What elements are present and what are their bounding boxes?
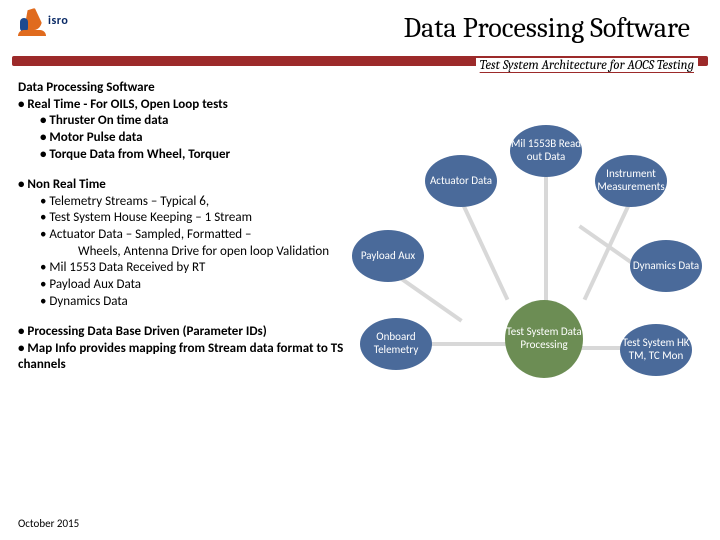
- diagram-node-payload: Payload Aux: [352, 230, 424, 282]
- subtitle: Test System Architecture for AOCS Testin…: [476, 58, 698, 73]
- diagram-arrow: [395, 273, 463, 322]
- diagram-node-instruments: Instrument Measurements: [595, 155, 667, 207]
- diagram: Test System Data Processing Actuator Dat…: [310, 100, 710, 410]
- diagram-node-actuator: Actuator Data: [425, 155, 497, 207]
- diagram-arrow: [583, 199, 633, 300]
- logo-text: isro: [48, 14, 68, 28]
- diagram-arrow: [544, 170, 548, 310]
- date-footer: October 2015: [18, 517, 79, 530]
- diagram-node-mil: Mil 1553B Read out Data: [510, 125, 582, 177]
- realtime-item: • Motor Pulse data: [40, 130, 348, 147]
- diagram-node-onboard: Onboard Telemetry: [360, 318, 432, 370]
- diagram-node-dynamics: Dynamics Data: [630, 240, 702, 292]
- realtime-item: • Thruster On time data: [40, 113, 348, 130]
- page-title: Data Processing Software: [404, 12, 690, 44]
- diagram-arrow: [459, 199, 509, 300]
- diagram-center-node: Test System Data Processing: [505, 300, 583, 378]
- realtime-head: • Real Time - For OILS, Open Loop tests: [18, 97, 348, 114]
- section-heading: Data Processing Software: [18, 80, 348, 97]
- logo: isro: [18, 6, 68, 36]
- diagram-node-tshk: Test System HK TM, TC Mon: [620, 324, 692, 376]
- logo-icon: [18, 6, 46, 36]
- realtime-item: • Torque Data from Wheel, Torquer: [40, 147, 348, 164]
